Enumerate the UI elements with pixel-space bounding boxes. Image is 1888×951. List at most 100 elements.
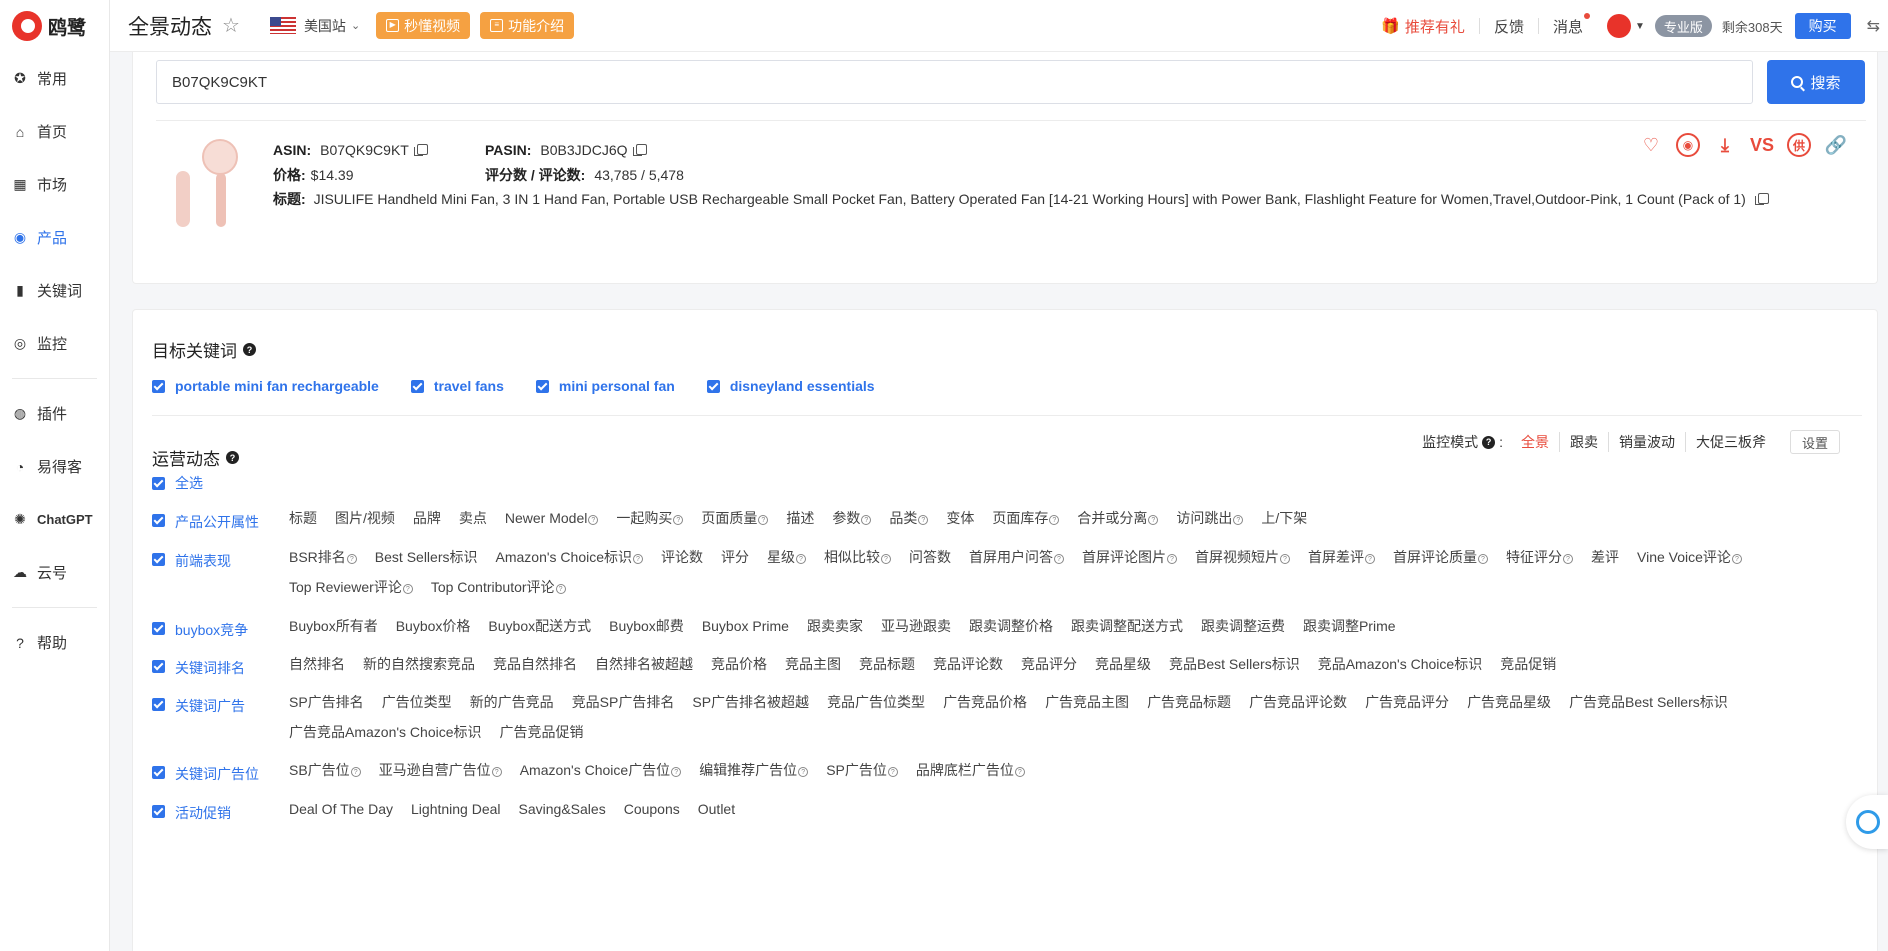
help-icon[interactable]: ? xyxy=(861,515,872,525)
operation-item[interactable]: 新的自然搜索竞品 xyxy=(363,653,475,678)
operation-category-checkbox[interactable]: 关键词排名 xyxy=(152,653,289,678)
operation-item[interactable]: 广告位类型 xyxy=(382,691,452,714)
operation-item[interactable]: 合并或分离? xyxy=(1077,507,1159,532)
help-icon[interactable]: ? xyxy=(1731,554,1742,564)
buy-button[interactable]: 购买 xyxy=(1794,13,1851,39)
operation-item[interactable]: 首屏评论图片? xyxy=(1082,546,1177,569)
caret-down-icon[interactable]: ▼ xyxy=(1635,21,1645,32)
settings-button[interactable]: 设置 xyxy=(1789,430,1840,454)
heart-icon[interactable]: ♡ xyxy=(1639,133,1663,157)
sidebar-item-2[interactable]: ◔ 易得客 xyxy=(0,440,109,493)
operation-item[interactable]: BSR排名? xyxy=(289,546,357,569)
operation-item[interactable]: 广告竞品Best Sellers标识 xyxy=(1569,691,1728,714)
operation-item[interactable]: Best Sellers标识 xyxy=(375,546,478,569)
operation-item[interactable]: 页面库存? xyxy=(992,507,1060,532)
operation-item[interactable]: 竞品Best Sellers标识 xyxy=(1169,653,1300,678)
operation-item[interactable]: 广告竞品星级 xyxy=(1467,691,1551,714)
operation-item[interactable]: Lightning Deal xyxy=(411,798,501,823)
operation-category-checkbox[interactable]: 前端表现 xyxy=(152,546,289,599)
favorite-star-icon[interactable]: ☆ xyxy=(222,13,240,38)
copy-icon[interactable] xyxy=(632,144,647,156)
operation-item[interactable]: SB广告位? xyxy=(289,759,361,784)
operation-category-checkbox[interactable]: 活动促销 xyxy=(152,798,289,823)
help-icon[interactable]: ? xyxy=(887,767,898,777)
operation-item[interactable]: 跟卖调整Prime xyxy=(1303,615,1396,640)
operation-item[interactable]: 广告竞品促销 xyxy=(500,721,584,744)
operation-item[interactable]: Buybox配送方式 xyxy=(488,615,591,640)
sidebar-item-1[interactable]: ◍ 插件 xyxy=(0,387,109,440)
referral-link[interactable]: 🎁 推荐有礼 xyxy=(1381,16,1465,37)
operation-item[interactable]: 评论数 xyxy=(661,546,703,569)
mode-option[interactable]: 销量波动 xyxy=(1607,432,1685,452)
operation-item[interactable]: 亚马逊跟卖 xyxy=(881,615,951,640)
operation-item[interactable]: 广告竞品评论数 xyxy=(1249,691,1347,714)
link-icon[interactable]: 🔗 xyxy=(1824,133,1848,157)
switch-icon[interactable]: ⇆ xyxy=(1867,16,1880,36)
operation-item[interactable]: 首屏用户问答? xyxy=(969,546,1064,569)
help-icon[interactable]: ? xyxy=(1167,554,1177,564)
operation-item[interactable]: 跟卖调整配送方式 xyxy=(1071,615,1183,640)
operation-item[interactable]: 变体 xyxy=(946,507,974,532)
help-icon[interactable]: ? xyxy=(555,584,566,594)
help-icon[interactable]: ? xyxy=(881,554,891,564)
help-icon[interactable]: ? xyxy=(588,515,599,525)
operation-item[interactable]: 广告竞品价格 xyxy=(943,691,1027,714)
sidebar-item-4[interactable]: ☁ 云号 xyxy=(0,546,109,599)
help-icon[interactable]: ? xyxy=(1148,515,1159,525)
operation-item[interactable]: Buybox所有者 xyxy=(289,615,378,640)
operation-item[interactable]: 品牌底栏广告位? xyxy=(916,759,1025,784)
help-icon[interactable]: ? xyxy=(1563,554,1573,564)
product-image[interactable] xyxy=(168,137,238,229)
mode-option[interactable]: 跟卖 xyxy=(1558,432,1608,452)
help-icon[interactable]: ? xyxy=(1478,554,1488,564)
operation-item[interactable]: 跟卖调整运费 xyxy=(1201,615,1285,640)
copy-icon[interactable] xyxy=(413,144,428,156)
operation-item[interactable]: 首屏差评? xyxy=(1308,546,1375,569)
mode-option[interactable]: 全景 xyxy=(1511,432,1559,452)
help-icon[interactable]: ? xyxy=(798,767,809,777)
supply-button[interactable]: 供 xyxy=(1787,133,1811,157)
operation-item[interactable]: SP广告排名被超越 xyxy=(692,691,809,714)
help-icon[interactable]: ? xyxy=(1233,515,1244,525)
operation-item[interactable]: 新的广告竞品 xyxy=(470,691,554,714)
video-button[interactable]: ▶ 秒懂视频 xyxy=(376,12,471,39)
sidebar-item-5[interactable]: ▮ 关键词 xyxy=(0,264,109,317)
operation-item[interactable]: Buybox价格 xyxy=(396,615,471,640)
operation-item[interactable]: Top Reviewer评论? xyxy=(289,576,413,599)
search-button[interactable]: 搜索 xyxy=(1767,60,1865,104)
operation-item[interactable]: 竞品自然排名 xyxy=(493,653,577,678)
help-icon[interactable]: ? xyxy=(918,515,929,525)
help-icon[interactable]: ? xyxy=(1365,554,1375,564)
operation-item[interactable]: 跟卖卖家 xyxy=(807,615,863,640)
operation-item[interactable]: 上/下架 xyxy=(1261,507,1307,532)
operation-item[interactable]: Amazon's Choice广告位? xyxy=(520,759,682,784)
operation-item[interactable]: 广告竞品标题 xyxy=(1147,691,1231,714)
help-icon[interactable]: ? xyxy=(1049,515,1060,525)
operation-item[interactable]: Coupons xyxy=(624,798,680,823)
operation-item[interactable]: 广告竞品主图 xyxy=(1045,691,1129,714)
keyword-checkbox[interactable]: mini personal fan xyxy=(535,378,675,394)
download-icon[interactable]: ⤓ xyxy=(1713,133,1737,157)
operation-item[interactable]: 自然排名 xyxy=(289,653,345,678)
operation-item[interactable]: SP广告排名 xyxy=(289,691,364,714)
operation-item[interactable]: 竞品标题 xyxy=(859,653,915,678)
operation-category-checkbox[interactable]: 关键词广告 xyxy=(152,691,289,744)
copy-icon[interactable] xyxy=(1754,193,1769,205)
operation-item[interactable]: Saving&Sales xyxy=(519,798,606,823)
help-icon[interactable]: ? xyxy=(491,767,502,777)
keyword-checkbox[interactable]: travel fans xyxy=(410,378,504,394)
help-icon[interactable]: ? xyxy=(1482,435,1496,449)
help-icon[interactable]: ? xyxy=(1054,554,1064,564)
operation-item[interactable]: Top Contributor评论? xyxy=(431,576,566,599)
operation-item[interactable]: 评分 xyxy=(721,546,749,569)
help-icon[interactable]: ? xyxy=(796,554,806,564)
operation-category-checkbox[interactable]: 产品公开属性 xyxy=(152,507,289,532)
operation-item[interactable]: SP广告位? xyxy=(826,759,898,784)
keyword-checkbox[interactable]: disneyland essentials xyxy=(706,378,875,394)
operation-item[interactable]: Amazon's Choice标识? xyxy=(496,546,643,569)
sidebar-item-3[interactable]: ▦ 市场 xyxy=(0,158,109,211)
sidebar-item-1[interactable]: ? 帮助 xyxy=(0,616,109,669)
operation-item[interactable]: 竞品广告位类型 xyxy=(827,691,925,714)
operation-category-checkbox[interactable]: 关键词广告位 xyxy=(152,759,289,784)
operation-item[interactable]: 竞品评论数 xyxy=(933,653,1003,678)
